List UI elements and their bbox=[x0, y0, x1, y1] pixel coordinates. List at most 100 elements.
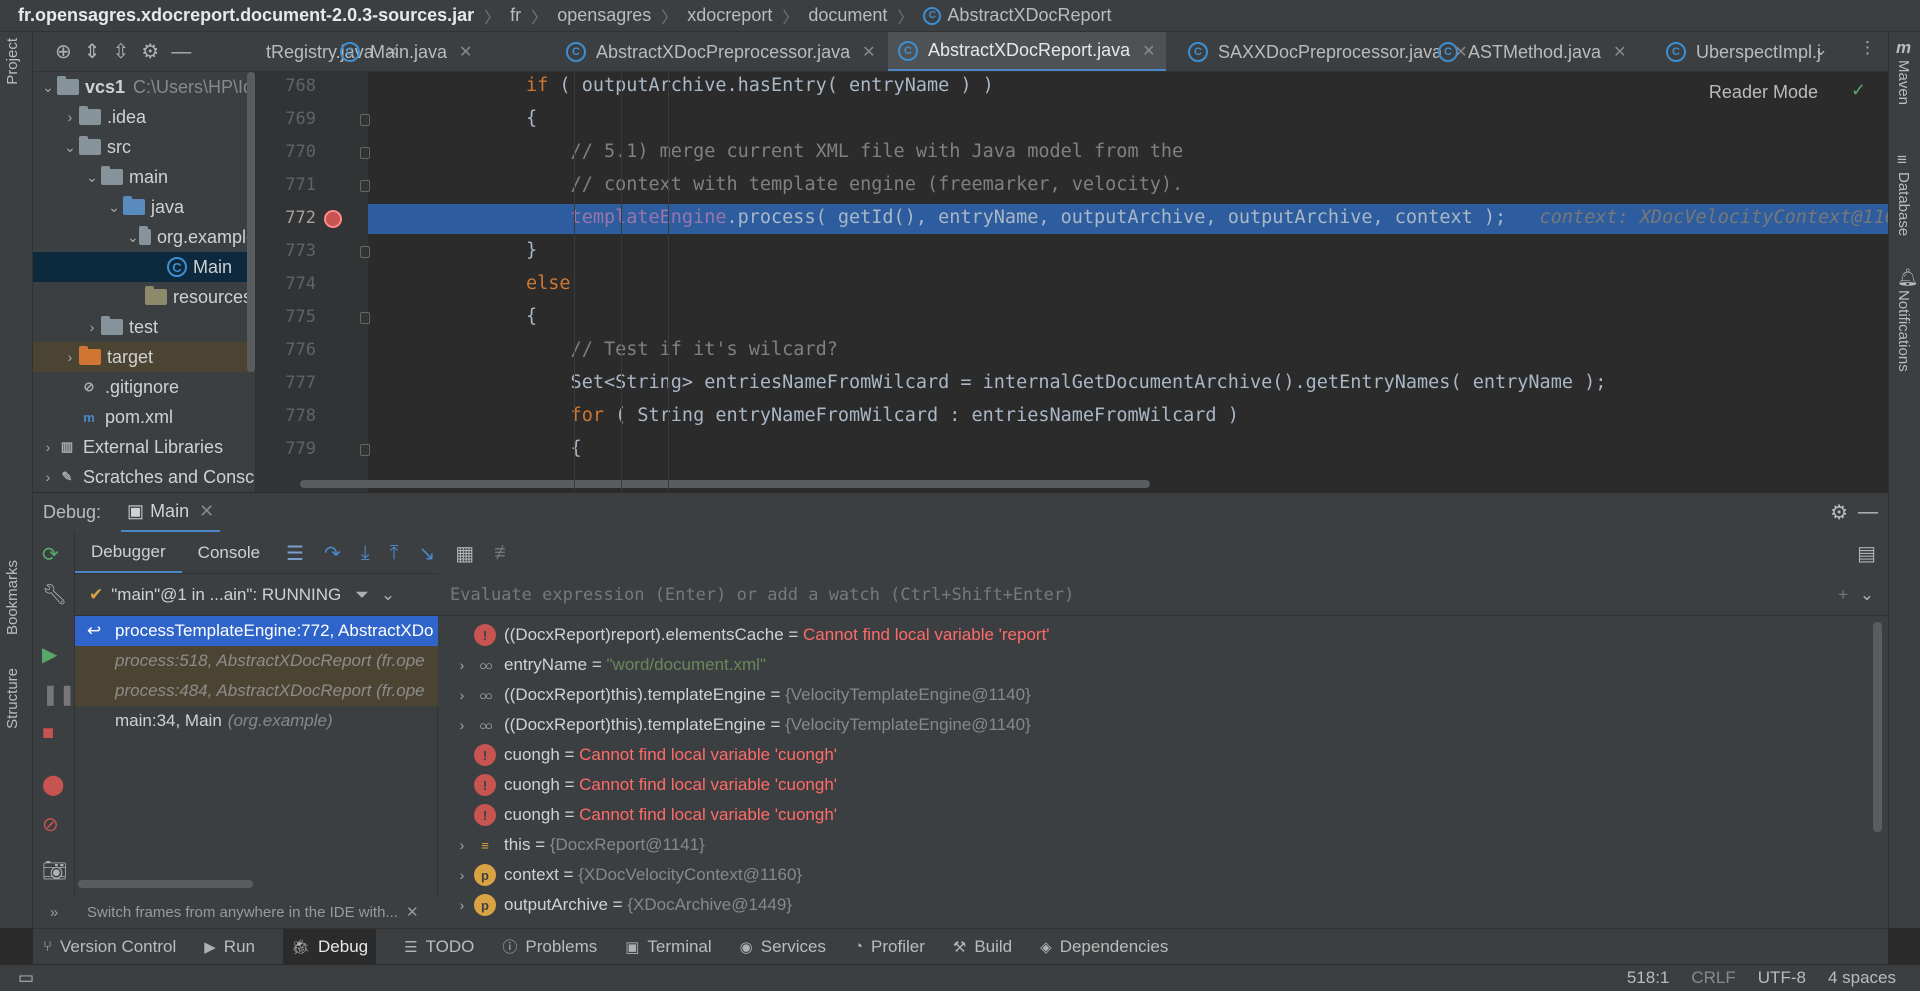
bottom-tab[interactable]: 🐞︎ Debug bbox=[282, 928, 377, 965]
editor-gutter[interactable]: 768 769 770 771 772 773 774 775 776 777 778 779 bbox=[256, 72, 370, 492]
layout-settings-icon[interactable]: ▤ bbox=[1857, 541, 1876, 566]
bottom-tab[interactable]: ⑂ Version Control bbox=[43, 937, 176, 957]
close-icon[interactable]: ✕ bbox=[862, 42, 875, 62]
variable-row[interactable]: › ○○ ((DocxReport)this).templateEngine = {… bbox=[438, 710, 1878, 740]
stack-frame[interactable]: process:484, AbstractXDocReport (fr.ope bbox=[75, 676, 438, 706]
chevron-right-icon[interactable]: › bbox=[450, 897, 474, 913]
close-icon[interactable]: ✕ bbox=[1142, 41, 1155, 61]
camera-icon[interactable]: 📷︎ bbox=[42, 858, 67, 883]
variable-row[interactable]: › p outputArchive = {XDocArchive@1449} bbox=[438, 890, 1878, 920]
add-watch-icon[interactable]: + bbox=[1838, 585, 1848, 605]
chevron-down-icon[interactable]: ⌄ bbox=[105, 199, 123, 216]
breakpoint-icon[interactable] bbox=[324, 210, 342, 228]
tree-item[interactable]: C Main bbox=[33, 252, 255, 282]
chevron-right-icon[interactable]: › bbox=[61, 109, 79, 125]
breadcrumb-item[interactable]: fr.opensagres.xdocreport.document-2.0.3-… bbox=[18, 5, 474, 26]
hide-icon[interactable]: — bbox=[171, 42, 191, 62]
chevron-down-icon[interactable]: ⌄ bbox=[1860, 585, 1874, 605]
variable-row[interactable]: › ≡ this = {DocxReport@1141} bbox=[438, 830, 1878, 860]
trace-icon[interactable]: ≢ bbox=[494, 542, 514, 565]
editor-tab[interactable]: C AbstractXDocReport.java ✕ bbox=[888, 32, 1166, 71]
chevron-down-icon[interactable]: ⌄ bbox=[61, 139, 79, 156]
bottom-tab[interactable]: ☰ TODO bbox=[404, 937, 474, 957]
thread-selector[interactable]: ✔ "main"@1 in ...ain": RUNNING ⏷ ⌄ bbox=[75, 574, 438, 616]
expand-all-icon[interactable]: ⇕ bbox=[84, 42, 101, 62]
bottom-tab[interactable]: ◔ Profiler bbox=[854, 937, 925, 957]
editor-tab[interactable]: C Main.java ✕ bbox=[330, 32, 482, 71]
chevron-right-icon[interactable]: › bbox=[450, 837, 474, 853]
bottom-tab[interactable]: ▣ Terminal bbox=[625, 937, 711, 957]
chevron-down-icon[interactable]: ⌄ bbox=[127, 229, 139, 246]
breadcrumb-item[interactable]: opensagres bbox=[557, 5, 651, 26]
stack-frame[interactable]: process:518, AbstractXDocReport (fr.ope bbox=[75, 646, 438, 676]
chevron-right-icon[interactable]: › bbox=[83, 319, 101, 335]
tree-item[interactable]: ⌄ main bbox=[33, 162, 255, 192]
horizontal-scrollbar[interactable] bbox=[300, 480, 1150, 488]
file-encoding[interactable]: UTF-8 bbox=[1758, 968, 1806, 988]
tree-scrollbar[interactable] bbox=[247, 72, 255, 372]
resume-icon[interactable]: ▶ bbox=[42, 642, 57, 667]
bottom-tab[interactable]: ◈ Dependencies bbox=[1040, 937, 1168, 957]
tree-item[interactable]: › test bbox=[33, 312, 255, 342]
chevron-down-icon[interactable]: ⌄ bbox=[39, 79, 57, 96]
fold-marker-icon[interactable] bbox=[360, 312, 370, 324]
close-icon[interactable]: ✕ bbox=[199, 501, 214, 522]
bottom-tab[interactable]: ◉ Services bbox=[740, 937, 826, 957]
tree-item[interactable]: › ✎ Scratches and Consc bbox=[33, 462, 255, 492]
project-tool-tab[interactable]: Project bbox=[4, 38, 21, 85]
chevron-right-icon[interactable]: › bbox=[61, 349, 79, 365]
editor-tab[interactable]: C UberspectImpl.j bbox=[1656, 32, 1831, 71]
variable-row[interactable]: ! cuongh = Cannot find local variable 'cu… bbox=[438, 770, 1878, 800]
close-icon[interactable]: ✕ bbox=[1613, 42, 1626, 62]
frames-scrollbar[interactable] bbox=[78, 880, 253, 888]
tree-item[interactable]: resources bbox=[33, 282, 255, 312]
gear-icon[interactable]: ⚙ bbox=[1830, 500, 1848, 525]
pause-icon[interactable]: ❚❚ bbox=[42, 682, 76, 707]
chevron-right-icon[interactable]: › bbox=[450, 717, 474, 733]
close-icon[interactable]: ✕ bbox=[459, 42, 472, 62]
database-tool-tab[interactable]: Database bbox=[1895, 172, 1912, 236]
variable-row[interactable]: ! cuongh = Cannot find local variable 'cu… bbox=[438, 740, 1878, 770]
tree-item[interactable]: m pom.xml bbox=[33, 402, 255, 432]
expand-icon[interactable]: » bbox=[33, 904, 75, 921]
chevron-down-icon[interactable]: ⌄ bbox=[381, 585, 395, 605]
structure-tool-tab[interactable]: Structure bbox=[4, 668, 21, 729]
stack-frame[interactable]: ↩ processTemplateEngine:772, AbstractXDo bbox=[75, 616, 438, 646]
tree-item[interactable]: ⌄ src bbox=[33, 132, 255, 162]
line-separator[interactable]: CRLF bbox=[1691, 968, 1735, 988]
evaluate-icon[interactable]: ▦ bbox=[455, 541, 474, 566]
chevron-right-icon[interactable]: › bbox=[39, 439, 57, 455]
bookmarks-tool-tab[interactable]: Bookmarks bbox=[4, 560, 21, 635]
variable-row[interactable]: ! ((DocxReport)report).elementsCache = Ca… bbox=[438, 620, 1878, 650]
bottom-tab[interactable]: ⚒ Build bbox=[953, 937, 1012, 957]
collapse-all-icon[interactable]: ⇳ bbox=[113, 42, 130, 62]
view-breakpoints-icon[interactable]: ⬤ bbox=[42, 772, 64, 797]
chevron-right-icon[interactable]: › bbox=[39, 469, 57, 485]
hide-icon[interactable]: — bbox=[1858, 501, 1878, 524]
tree-item[interactable]: › .idea bbox=[33, 102, 255, 132]
mute-breakpoints-icon[interactable]: ⊘ bbox=[42, 812, 59, 837]
layout-icon[interactable]: ▭ bbox=[18, 968, 34, 988]
tree-item[interactable]: › target bbox=[33, 342, 255, 372]
rerun-icon[interactable]: ⟳ bbox=[42, 542, 59, 567]
stack-frame[interactable]: main:34, Main (org.example) bbox=[75, 706, 438, 736]
editor-tab[interactable]: C ASTMethod.java ✕ bbox=[1428, 32, 1636, 71]
chevron-right-icon[interactable]: › bbox=[450, 687, 474, 703]
close-icon[interactable]: ✕ bbox=[406, 903, 419, 921]
chevron-right-icon[interactable]: › bbox=[450, 867, 474, 883]
editor-tab[interactable]: C AbstractXDocPreprocessor.java ✕ bbox=[556, 32, 886, 71]
stop-icon[interactable]: ■ bbox=[42, 722, 54, 745]
maven-tool-tab[interactable]: Maven bbox=[1895, 60, 1912, 105]
variable-row[interactable]: › ○○ ((DocxReport)this).templateEngine = {… bbox=[438, 680, 1878, 710]
bottom-tab[interactable]: ⓘ Problems bbox=[502, 936, 597, 957]
fold-marker-icon[interactable] bbox=[360, 444, 370, 456]
locate-icon[interactable]: ⊕ bbox=[55, 42, 72, 62]
bottom-tab[interactable]: ▶ Run bbox=[204, 937, 255, 957]
breadcrumb-item[interactable]: AbstractXDocReport bbox=[947, 5, 1111, 26]
breadcrumb-item[interactable]: xdocreport bbox=[687, 5, 772, 26]
tree-item[interactable]: ⊘ .gitignore bbox=[33, 372, 255, 402]
chevron-down-icon[interactable]: ⌄ bbox=[83, 169, 101, 186]
tree-item[interactable]: ⌄ vcs1 C:\Users\HP\Id bbox=[33, 72, 255, 102]
notifications-tool-tab[interactable]: Notifications bbox=[1895, 290, 1912, 372]
fold-marker-icon[interactable] bbox=[360, 147, 370, 159]
